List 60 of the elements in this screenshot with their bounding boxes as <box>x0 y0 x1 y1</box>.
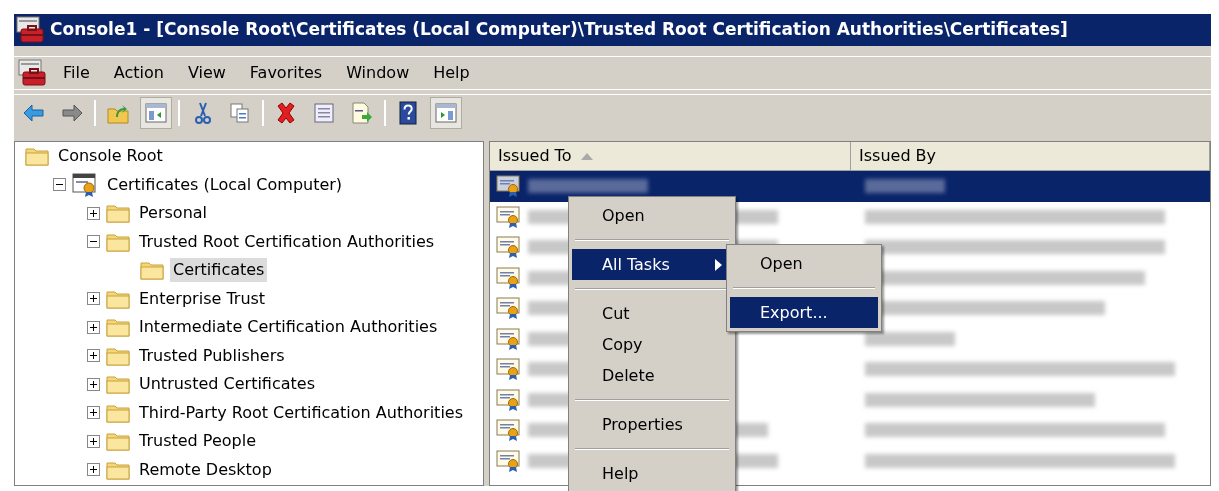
tree-item[interactable]: Trusted Root Certification Authorities <box>136 229 438 254</box>
folder-icon <box>106 231 130 252</box>
menu-item[interactable]: Help <box>572 458 732 489</box>
tree-item[interactable]: Intermediate Certification Authorities <box>136 315 441 340</box>
menu-item[interactable]: Window <box>337 61 419 85</box>
certificate-store-icon <box>72 172 98 197</box>
expand-icon[interactable] <box>87 206 100 220</box>
menu-item[interactable]: Export... <box>730 297 878 328</box>
show-tree-icon <box>144 100 168 125</box>
folder-icon <box>25 146 49 167</box>
folder-icon <box>140 260 164 281</box>
window-title: Console1 - [Console Root\Certificates (Local Computer)\Trusted Root Certification Authorities\Certificates] <box>50 18 1068 42</box>
expand-icon[interactable] <box>87 434 100 448</box>
expand-icon[interactable] <box>87 406 100 420</box>
folder-icon <box>106 431 130 452</box>
folder-icon <box>106 317 130 338</box>
column-header[interactable]: Issued To <box>490 142 851 171</box>
console-icon <box>16 16 46 44</box>
tree-item[interactable]: Trusted People <box>136 429 259 454</box>
menu-item[interactable]: Delete <box>572 360 732 391</box>
properties-icon <box>312 100 336 125</box>
menu-item[interactable]: Copy <box>572 329 732 360</box>
tree-item[interactable]: Third-Party Root Certification Authorities <box>136 400 466 425</box>
tree-item[interactable]: Remote Desktop <box>136 457 275 482</box>
expand-icon[interactable] <box>87 292 100 306</box>
console-menu-icon <box>18 59 48 87</box>
tree-item[interactable]: Certificates (Local Computer) <box>104 172 346 197</box>
tree-item[interactable]: Certificates <box>170 258 268 283</box>
folder-icon <box>106 203 130 224</box>
expand-icon[interactable] <box>87 320 100 334</box>
menu-item[interactable]: Open <box>730 248 878 279</box>
tree-item[interactable]: Console Root <box>55 144 166 169</box>
folder-icon <box>106 345 130 366</box>
tree-item[interactable]: Personal <box>136 201 210 226</box>
folder-icon <box>106 374 130 395</box>
submenu-arrow-icon <box>715 258 722 271</box>
menu-item[interactable]: Properties <box>572 409 732 440</box>
menu-item[interactable]: Favorites <box>240 61 332 85</box>
export-icon <box>350 100 374 125</box>
menu-item[interactable]: View <box>178 61 235 85</box>
folder-icon <box>106 459 130 480</box>
expand-icon[interactable] <box>87 463 100 477</box>
folder-icon <box>106 288 130 309</box>
menu-item[interactable]: Open <box>572 200 732 231</box>
menu-item[interactable]: File <box>54 61 99 85</box>
collapse-icon[interactable] <box>53 178 66 192</box>
sort-arrow-icon <box>581 152 594 160</box>
folder-icon <box>106 402 130 423</box>
expand-icon[interactable] <box>87 349 100 363</box>
help-icon <box>396 100 420 125</box>
copy-icon <box>228 100 252 125</box>
tree-item[interactable]: Trusted Publishers <box>136 343 288 368</box>
collapse-icon[interactable] <box>87 235 100 249</box>
menu-item[interactable]: Action <box>104 61 173 85</box>
menu-item[interactable]: Help <box>424 61 479 85</box>
expand-icon[interactable] <box>87 377 100 391</box>
tree-item[interactable]: Untrusted Certificates <box>136 372 318 397</box>
column-header[interactable]: Issued By <box>851 142 1210 171</box>
show-action-pane-icon <box>434 100 458 125</box>
tree-item[interactable]: Enterprise Trust <box>136 286 269 311</box>
